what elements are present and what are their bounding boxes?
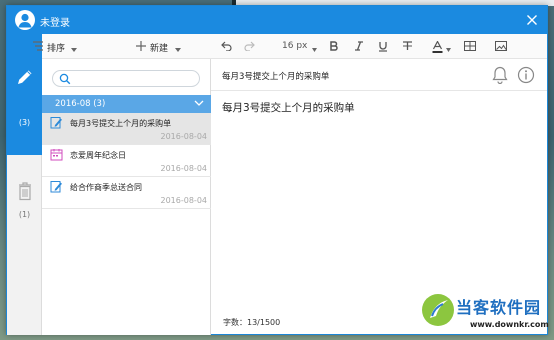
trash-icon <box>17 181 33 204</box>
new-caret-icon <box>175 45 181 55</box>
note-header-title: 每月3号提交上个月的采购单 <box>222 72 330 82</box>
window-title: 未登录 <box>40 18 70 29</box>
insert-table-icon[interactable] <box>464 41 476 54</box>
new-note-label: 新建 <box>150 44 169 54</box>
plus-icon <box>136 41 146 54</box>
new-note-button[interactable]: 新建 <box>126 34 211 59</box>
note-title: 给合作商季总送合同 <box>70 183 142 192</box>
date-group-label: 2016-08 (3) <box>55 99 106 109</box>
watermark-url: www.downkr.com <box>470 320 549 329</box>
rail-trash-tab[interactable]: (1) <box>7 181 42 226</box>
close-icon[interactable] <box>523 11 541 29</box>
user-avatar-icon[interactable] <box>15 10 35 30</box>
note-list-panel: 排序 新建 2016-08 (3) 每月3号提交上个月的采购单 2016-08-… <box>33 34 211 335</box>
chevron-down-icon <box>194 100 204 110</box>
bell-icon[interactable] <box>492 66 508 87</box>
insert-image-icon[interactable] <box>495 41 507 54</box>
note-date: 2016-08-04 <box>160 164 208 173</box>
sort-caret-icon <box>71 45 77 55</box>
watermark-title: 当客软件园 <box>456 298 542 317</box>
font-size-caret-icon <box>312 45 317 55</box>
site-watermark: 当客软件园 www.downkr.com <box>420 288 554 340</box>
font-size-select[interactable]: 16 px <box>282 41 307 51</box>
sort-button[interactable]: 排序 <box>33 34 126 59</box>
note-header: 每月3号提交上个月的采购单 <box>211 59 547 91</box>
note-body-editor[interactable]: 每月3号提交上个月的采购单 <box>222 100 355 115</box>
sort-lines-icon <box>32 40 44 55</box>
note-list-item[interactable]: 给合作商季总送合同 2016-08-04 <box>42 177 211 209</box>
note-title: 每月3号提交上个月的采购单 <box>70 119 172 128</box>
note-date: 2016-08-04 <box>160 196 208 205</box>
font-color-caret-icon <box>446 45 451 55</box>
undo-icon[interactable] <box>221 41 232 54</box>
strikethrough-icon[interactable] <box>402 41 413 54</box>
note-icon <box>50 116 63 132</box>
watermark-logo-icon <box>420 292 456 331</box>
trash-count: (1) <box>18 210 31 219</box>
note-date: 2016-08-04 <box>160 132 208 141</box>
editor-toolbar: 16 px <box>211 34 547 59</box>
notes-count: (3) <box>18 118 31 127</box>
italic-icon[interactable] <box>354 41 364 54</box>
sort-label: 排序 <box>47 44 66 54</box>
underline-icon[interactable] <box>378 41 388 55</box>
word-count: 字数：13/1500 <box>223 318 281 327</box>
note-icon <box>50 180 63 196</box>
date-group-header[interactable]: 2016-08 (3) <box>42 95 211 113</box>
note-list-item[interactable]: 恋爱周年纪念日 2016-08-04 <box>42 145 211 177</box>
pencil-icon <box>15 67 35 90</box>
font-color-icon[interactable] <box>432 40 443 56</box>
notes-window: 未登录 (3) (1) 排序 新建 2016-08 (3) 每月3号提交上个月的… <box>6 5 548 335</box>
search-input[interactable] <box>52 70 200 87</box>
note-list-item[interactable]: 每月3号提交上个月的采购单 2016-08-04 <box>42 113 211 145</box>
search-icon <box>59 73 71 88</box>
info-icon[interactable] <box>517 66 535 87</box>
title-bar: 未登录 <box>7 6 547 34</box>
redo-icon[interactable] <box>244 41 255 54</box>
list-toolbar: 排序 新建 <box>33 34 211 59</box>
calendar-icon <box>50 148 63 164</box>
bold-icon[interactable] <box>329 41 339 54</box>
note-title: 恋爱周年纪念日 <box>70 151 126 160</box>
